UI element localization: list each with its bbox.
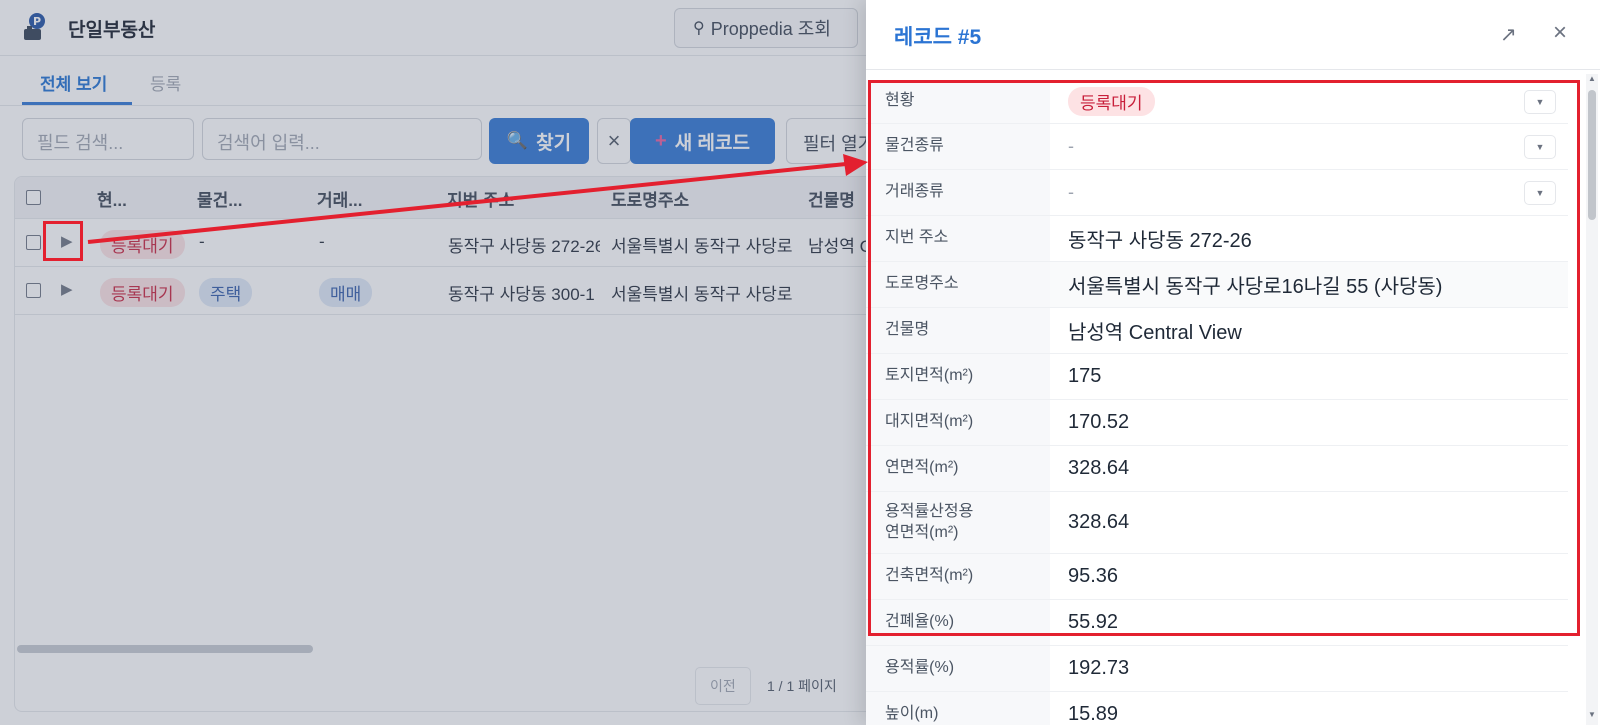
field-label-line-2: 연면적(m²) xyxy=(885,523,959,541)
field-label: 도로명주소 xyxy=(866,262,1050,307)
field-label: 건물명 xyxy=(866,308,1050,353)
field-row-road: 도로명주소 서울특별시 동작구 사당로16나길 55 (사당동) xyxy=(866,262,1568,308)
field-value-text: - xyxy=(1068,136,1074,156)
chevron-down-icon[interactable]: ▼ xyxy=(1524,89,1556,114)
field-row-height: 높이(m) 15.89 xyxy=(866,692,1568,725)
field-row-site-area: 대지면적(m²) 170.52 xyxy=(866,400,1568,446)
field-row-far: 용적률(%) 192.73 xyxy=(866,646,1568,692)
field-label: 대지면적(m²) xyxy=(866,400,1050,445)
field-label: 용적률(%) xyxy=(866,646,1050,691)
field-value[interactable]: 55.92 xyxy=(1050,600,1568,645)
field-row-land-area: 토지면적(m²) 175 xyxy=(866,354,1568,400)
field-label: 거래종류 xyxy=(866,170,1050,215)
drawer-header: 레코드 #5 ↗ × xyxy=(866,0,1600,70)
field-label: 물건종류 xyxy=(866,124,1050,169)
field-label: 건축면적(m²) xyxy=(866,554,1050,599)
field-label: 토지면적(m²) xyxy=(866,354,1050,399)
field-value[interactable]: - ▼ xyxy=(1050,170,1568,215)
open-full-icon[interactable]: ↗ xyxy=(1500,22,1517,47)
field-value[interactable]: 192.73 xyxy=(1050,646,1568,691)
field-label: 높이(m) xyxy=(866,692,1050,725)
field-value[interactable]: 동작구 사당동 272-26 xyxy=(1050,216,1568,261)
field-row-type: 물건종류 - ▼ xyxy=(866,124,1568,170)
field-value[interactable]: 175 xyxy=(1050,354,1568,399)
field-value[interactable]: 328.64 xyxy=(1050,446,1568,491)
drawer-body: 현황 등록대기 ▼ 물건종류 - ▼ 거래종류 - ▼ 지번 주소 동작구 사당… xyxy=(866,70,1600,725)
field-row-deal: 거래종류 - ▼ xyxy=(866,170,1568,216)
field-label: 현황 xyxy=(866,80,1050,123)
scrollbar-thumb[interactable] xyxy=(1588,90,1596,220)
field-row-far-floor-area: 용적률산정용 연면적(m²) 328.64 xyxy=(866,492,1568,554)
field-label: 연면적(m²) xyxy=(866,446,1050,491)
field-value[interactable]: 15.89 xyxy=(1050,692,1568,725)
record-detail-drawer: 레코드 #5 ↗ × 현황 등록대기 ▼ 물건종류 - ▼ 거래종류 - ▼ 지… xyxy=(866,0,1600,725)
status-badge: 등록대기 xyxy=(1068,87,1155,116)
close-icon[interactable]: × xyxy=(1553,19,1567,47)
scroll-down-icon[interactable]: ▼ xyxy=(1588,710,1596,719)
field-row-building: 건물명 남성역 Central View xyxy=(866,308,1568,354)
field-label-line-1: 용적률산정용 xyxy=(885,502,974,520)
field-value[interactable]: 328.64 xyxy=(1050,492,1568,553)
field-value[interactable]: 서울특별시 동작구 사당로16나길 55 (사당동) xyxy=(1050,262,1568,307)
field-row-jibun: 지번 주소 동작구 사당동 272-26 xyxy=(866,216,1568,262)
drawer-scrollbar[interactable]: ▲ ▼ xyxy=(1586,74,1598,725)
field-row-status: 현황 등록대기 ▼ xyxy=(866,80,1568,124)
field-label: 건폐율(%) xyxy=(866,600,1050,645)
field-value[interactable]: 95.36 xyxy=(1050,554,1568,599)
scroll-up-icon[interactable]: ▲ xyxy=(1588,74,1596,83)
field-row-coverage-ratio: 건폐율(%) 55.92 xyxy=(866,600,1568,646)
chevron-down-icon[interactable]: ▼ xyxy=(1524,180,1556,205)
chevron-down-icon[interactable]: ▼ xyxy=(1524,134,1556,159)
field-value-text: - xyxy=(1068,182,1074,202)
field-row-floor-area: 연면적(m²) 328.64 xyxy=(866,446,1568,492)
field-label: 용적률산정용 연면적(m²) xyxy=(866,492,1050,553)
field-value[interactable]: 170.52 xyxy=(1050,400,1568,445)
field-row-building-area: 건축면적(m²) 95.36 xyxy=(866,554,1568,600)
field-value[interactable]: 등록대기 ▼ xyxy=(1050,80,1568,123)
drawer-title: 레코드 #5 xyxy=(894,26,982,49)
field-value[interactable]: - ▼ xyxy=(1050,124,1568,169)
field-label: 지번 주소 xyxy=(866,216,1050,261)
field-value[interactable]: 남성역 Central View xyxy=(1050,308,1568,353)
